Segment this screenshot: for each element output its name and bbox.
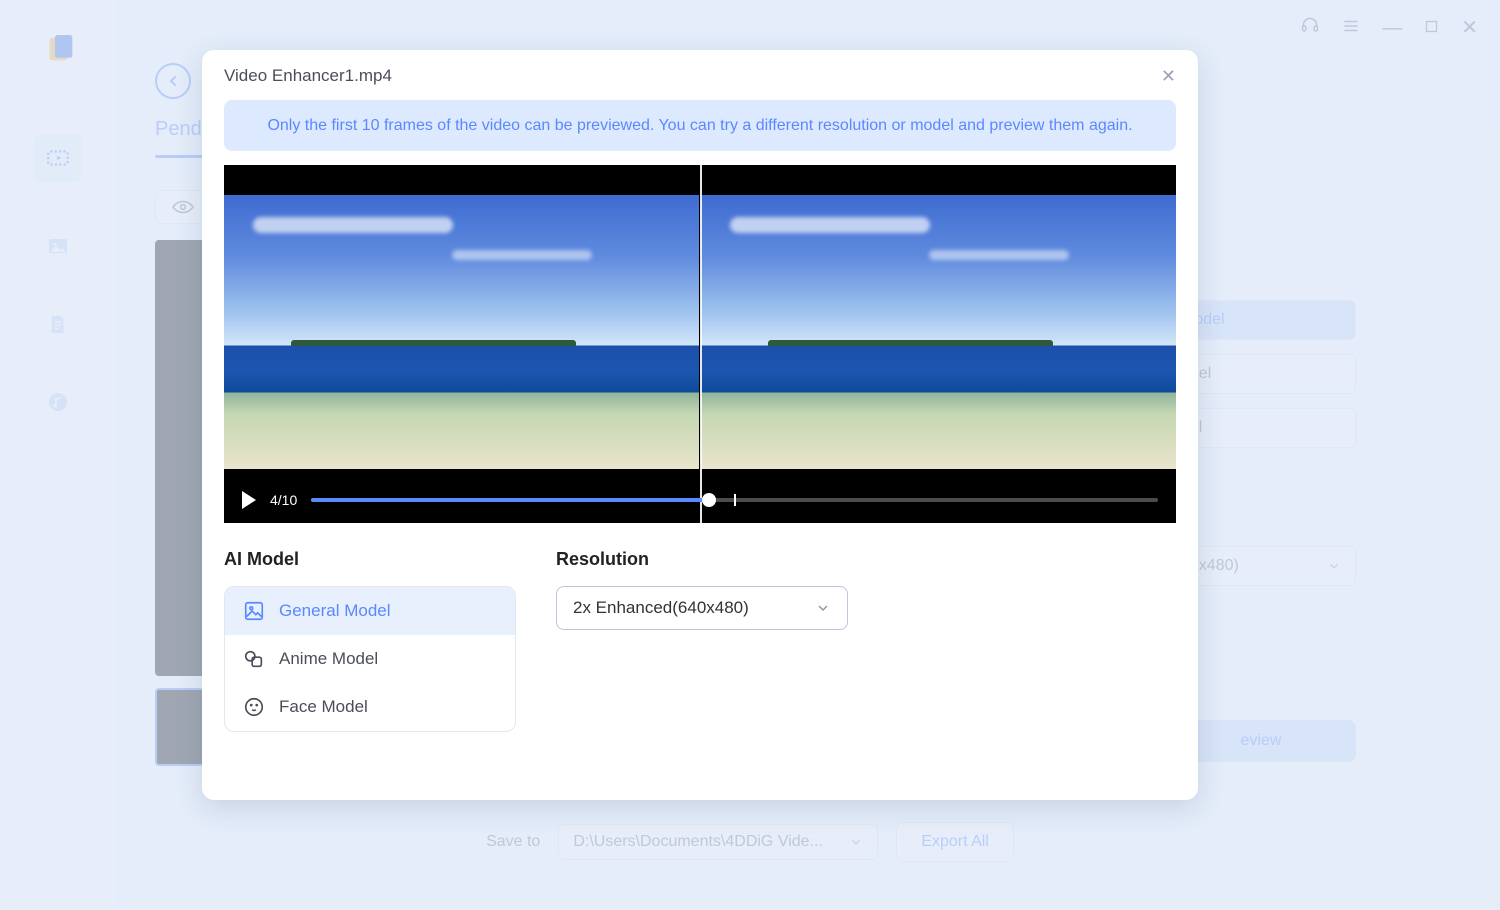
info-banner: Only the first 10 frames of the video ca…	[224, 100, 1176, 151]
resolution-heading: Resolution	[556, 549, 848, 570]
compare-divider[interactable]	[700, 165, 702, 523]
frame-counter: 4/10	[270, 492, 297, 508]
shapes-icon	[243, 648, 265, 670]
chevron-down-icon	[815, 600, 831, 616]
preview-modal: Video Enhancer1.mp4 ✕ Only the first 10 …	[202, 50, 1198, 800]
ai-model-label: General Model	[279, 601, 391, 621]
enhanced-pane	[701, 195, 1176, 469]
ai-model-list: General Model Anime Model Face Model	[224, 586, 516, 732]
ai-model-label: Anime Model	[279, 649, 378, 669]
video-compare-area: 4/10	[224, 165, 1176, 523]
image-icon	[243, 600, 265, 622]
ai-model-option-anime[interactable]: Anime Model	[225, 635, 515, 683]
original-pane	[224, 195, 699, 469]
seek-track[interactable]	[311, 498, 1158, 502]
ai-model-heading: AI Model	[224, 549, 516, 570]
ai-model-option-face[interactable]: Face Model	[225, 683, 515, 731]
ai-model-label: Face Model	[279, 697, 368, 717]
playback-bar: 4/10	[242, 491, 1158, 509]
seek-knob[interactable]	[702, 493, 716, 507]
close-icon[interactable]: ✕	[1161, 66, 1176, 87]
play-icon[interactable]	[242, 491, 256, 509]
resolution-select[interactable]: 2x Enhanced(640x480)	[556, 586, 848, 630]
face-icon	[243, 696, 265, 718]
resolution-value: 2x Enhanced(640x480)	[573, 598, 749, 618]
modal-title: Video Enhancer1.mp4	[224, 66, 1176, 86]
ai-model-option-general[interactable]: General Model	[225, 587, 515, 635]
